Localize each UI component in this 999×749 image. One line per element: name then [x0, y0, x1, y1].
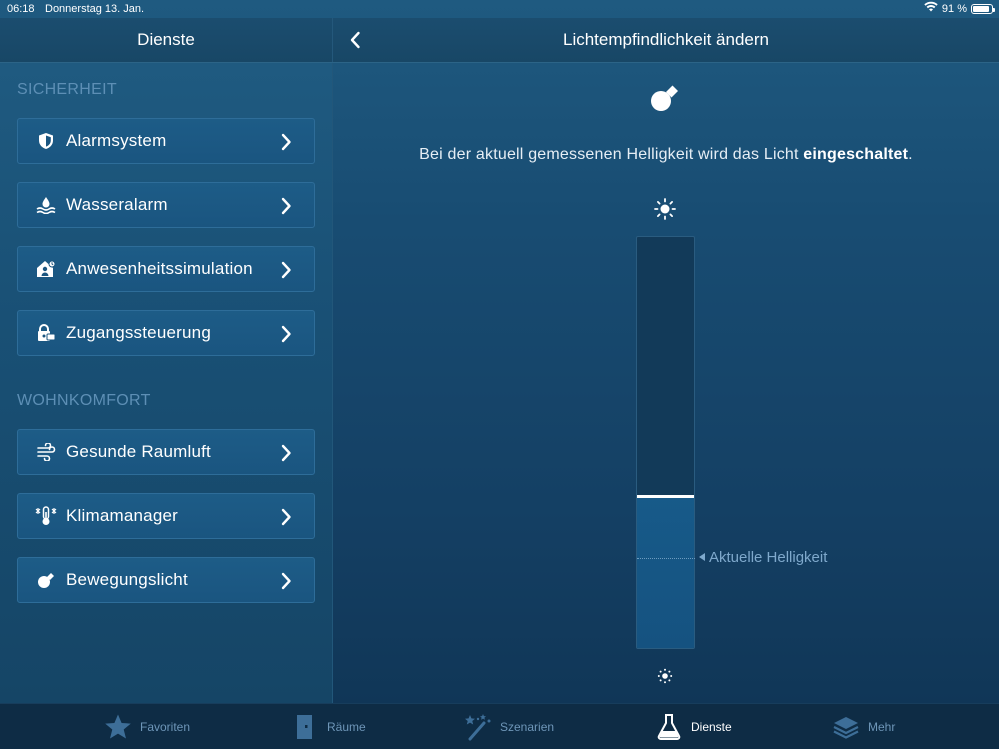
sidebar-item-bewegungslicht[interactable]: Bewegungslicht [17, 557, 315, 603]
shield-icon [34, 129, 58, 153]
chevron-left-icon [350, 31, 360, 49]
battery-fill [973, 6, 990, 12]
current-brightness-text: Aktuelle Helligkeit [709, 548, 828, 566]
chevron-right-icon [281, 261, 291, 279]
star-icon [104, 713, 132, 741]
chevron-right-icon [281, 133, 291, 151]
current-brightness-line [637, 557, 695, 559]
sidebar-item-zugangssteuerung[interactable]: Zugangssteuerung [17, 310, 315, 356]
flask-icon [655, 713, 683, 741]
water-drop-icon [34, 193, 58, 217]
chevron-right-icon [281, 508, 291, 526]
section-label-sicherheit: SICHERHEIT [17, 81, 117, 98]
current-brightness-label: Aktuelle Helligkeit [699, 549, 827, 566]
section-label-wohnkomfort: WOHNKOMFORT [17, 392, 151, 409]
tab-label: Räume [327, 720, 366, 734]
tab-favoriten[interactable]: Favoriten [104, 704, 190, 749]
sun-bright-icon [654, 198, 676, 220]
message-end: . [908, 146, 913, 163]
brightness-slider[interactable] [636, 236, 695, 649]
door-icon [291, 713, 319, 741]
sidebar-item-klimamanager[interactable]: Klimamanager [17, 493, 315, 539]
sidebar-item-wasseralarm[interactable]: Wasseralarm [17, 182, 315, 228]
magic-wand-icon [464, 713, 492, 741]
lock-icon [34, 321, 58, 345]
tab-label: Dienste [691, 720, 732, 734]
sidebar-item-label: Zugangssteuerung [66, 323, 211, 342]
tab-dienste[interactable]: Dienste [655, 704, 732, 749]
threshold-handle[interactable] [637, 494, 694, 498]
triangle-left-icon [699, 553, 705, 562]
sidebar-item-label: Klimamanager [66, 506, 179, 525]
air-icon [34, 440, 58, 464]
tab-raeume[interactable]: Räume [291, 704, 366, 749]
tab-label: Mehr [868, 720, 896, 734]
status-bar: 06:18 Donnerstag 13. Jan. 91 % [0, 0, 999, 18]
chevron-right-icon [281, 572, 291, 590]
layers-icon [832, 713, 860, 741]
sidebar-item-label: Bewegungslicht [66, 570, 188, 589]
tab-bar: Favoriten Räume Szenarien Dienste Mehr [0, 703, 999, 749]
status-right: 91 % [924, 0, 995, 18]
battery-icon [971, 4, 995, 14]
house-person-icon [34, 257, 58, 281]
bulb-icon [651, 85, 678, 111]
chevron-right-icon [281, 197, 291, 215]
sidebar-item-label: Gesunde Raumluft [66, 442, 211, 461]
sidebar-item-label: Alarmsystem [66, 131, 167, 150]
wifi-icon [924, 0, 938, 18]
tab-szenarien[interactable]: Szenarien [464, 704, 554, 749]
header: Dienste Lichtempfindlichkeit ändern [0, 18, 999, 63]
tab-label: Szenarien [500, 720, 555, 734]
tab-label: Favoriten [140, 720, 191, 734]
battery-percent: 91 % [941, 3, 967, 15]
back-button[interactable] [343, 26, 367, 54]
sidebar: SICHERHEIT Alarmsystem Wasseralarm Anwes… [0, 63, 333, 703]
message-state: eingeschaltet [803, 146, 909, 163]
sidebar-item-gesunde-raumluft[interactable]: Gesunde Raumluft [17, 429, 315, 475]
sidebar-title: Dienste [0, 18, 333, 62]
sidebar-item-label: Wasseralarm [66, 195, 168, 214]
page-title: Lichtempfindlichkeit ändern [562, 30, 769, 49]
chevron-right-icon [281, 444, 291, 462]
sidebar-item-label: Anwesenheitssimulation [66, 259, 253, 278]
message-text: Bei der aktuell gemessenen Helligkeit wi… [419, 146, 804, 163]
tab-mehr[interactable]: Mehr [832, 704, 895, 749]
bulb-icon [34, 568, 58, 592]
thermometer-icon [34, 504, 58, 528]
brightness-fill [637, 495, 694, 648]
sun-dim-icon [657, 668, 673, 684]
sidebar-item-alarmsystem[interactable]: Alarmsystem [17, 118, 315, 164]
status-time: 06:18 [7, 3, 35, 15]
sidebar-item-anwesenheitssimulation[interactable]: Anwesenheitssimulation [17, 246, 315, 292]
status-message: Bei der aktuell gemessenen Helligkeit wi… [333, 146, 999, 164]
chevron-right-icon [281, 325, 291, 343]
status-date: Donnerstag 13. Jan. [45, 3, 145, 15]
